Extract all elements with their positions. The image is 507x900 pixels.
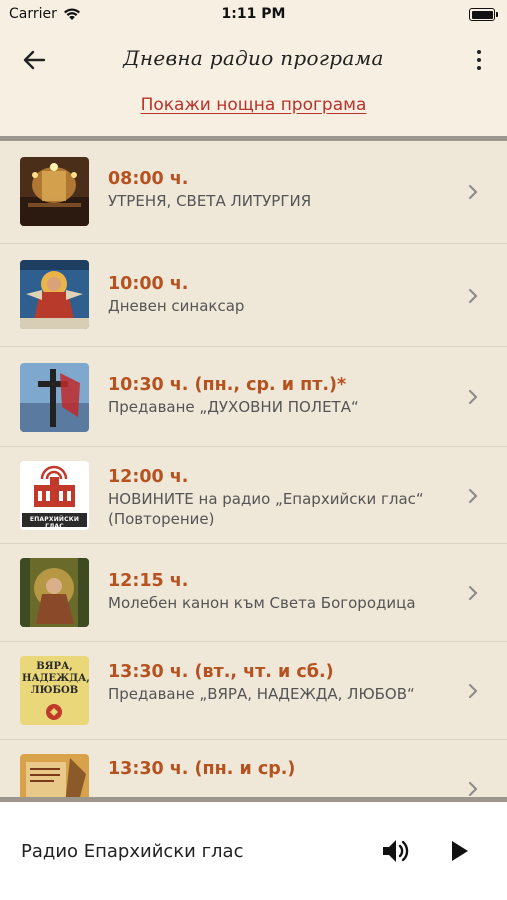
page-title: Дневна радио програма xyxy=(123,46,384,70)
volume-button[interactable] xyxy=(380,836,410,866)
row-desc: Дневен синаксар xyxy=(108,297,245,315)
row-desc: НОВИНИТЕ на радио „Епархийски глас“ (Пов… xyxy=(108,490,424,528)
play-button[interactable] xyxy=(448,838,472,864)
church-interior-image xyxy=(20,157,89,226)
chevron-right-icon xyxy=(469,684,478,698)
row-time: 10:30 ч. (пн., ср. и пт.)* xyxy=(108,375,347,395)
chevron-right-icon xyxy=(469,289,478,303)
row-text: 13:30 ч. (пн. и ср.) xyxy=(108,757,459,781)
chevron-right-icon xyxy=(469,390,478,404)
row-desc: Предаване „ВЯРА, НАДЕЖДА, ЛЮБОВ“ xyxy=(108,685,415,703)
more-options-button[interactable] xyxy=(467,46,491,74)
row-desc: Предаване „ДУХОВНИ ПОЛЕТА“ xyxy=(108,398,359,416)
row-text: 13:30 ч. (вт., чт. и сб.) Предаване „ВЯР… xyxy=(108,660,459,704)
faith-hope-love-text: ВЯРА, НАДЕЖДА, ЛЮБОВ xyxy=(22,661,89,696)
player-station-name: Радио Епархийски глас xyxy=(21,841,244,862)
battery-fill xyxy=(471,10,493,19)
mini-player: Радио Епархийски глас xyxy=(0,802,507,900)
night-program-link-wrap: Покажи нощна програма xyxy=(0,95,507,115)
row-time: 10:00 ч. xyxy=(108,274,189,294)
schedule-row[interactable]: ВЯРА, НАДЕЖДА, ЛЮБОВ 13:30 ч. (вт., чт. … xyxy=(0,642,507,740)
row-text: 12:00 ч. НОВИНИТЕ на радио „Епархийски г… xyxy=(108,465,459,529)
more-vertical-icon-dot xyxy=(477,66,481,70)
schedule-row[interactable]: 08:00 ч. УТРЕНЯ, СВЕТА ЛИТУРГИЯ xyxy=(0,141,507,244)
battery-nub xyxy=(496,12,498,17)
row-desc: УТРЕНЯ, СВЕТА ЛИТУРГИЯ xyxy=(108,192,312,210)
status-bar: Carrier 1:11 PM xyxy=(0,0,507,30)
radio-logo-image: ЕПАРХИЙСКИ ГЛАС xyxy=(20,461,89,530)
volume-icon xyxy=(383,840,409,862)
row-time: 12:00 ч. xyxy=(108,467,189,487)
chevron-right-icon xyxy=(469,489,478,503)
row-time: 13:30 ч. (пн. и ср.) xyxy=(108,759,296,779)
manuscript-image xyxy=(20,754,89,797)
row-text: 08:00 ч. УТРЕНЯ, СВЕТА ЛИТУРГИЯ xyxy=(108,167,459,211)
schedule-row[interactable]: 12:15 ч. Молебен канон към Света Богород… xyxy=(0,544,507,642)
icon-painting-image xyxy=(20,260,89,329)
row-text: 12:15 ч. Молебен канон към Света Богород… xyxy=(108,569,459,613)
status-time: 1:11 PM xyxy=(221,6,286,22)
cross-sky-image xyxy=(20,363,89,432)
row-text: 10:00 ч. Дневен синаксар xyxy=(108,272,459,316)
chevron-right-icon xyxy=(469,185,478,199)
schedule-row[interactable]: 10:00 ч. Дневен синаксар xyxy=(0,244,507,347)
row-text: 10:30 ч. (пн., ср. и пт.)* Предаване „ДУ… xyxy=(108,373,459,417)
chevron-right-icon xyxy=(469,586,478,600)
schedule-list[interactable]: 08:00 ч. УТРЕНЯ, СВЕТА ЛИТУРГИЯ 10:00 ч.… xyxy=(0,141,507,797)
schedule-row[interactable]: ЕПАРХИЙСКИ ГЛАС 12:00 ч. НОВИНИТЕ на рад… xyxy=(0,447,507,544)
night-program-link[interactable]: Покажи нощна програма xyxy=(141,95,367,115)
row-time: 08:00 ч. xyxy=(108,169,189,189)
row-time: 13:30 ч. (вт., чт. и сб.) xyxy=(108,662,334,682)
more-vertical-icon-dot xyxy=(477,58,481,62)
play-icon xyxy=(452,841,468,861)
more-vertical-icon xyxy=(477,50,481,54)
battery-icon xyxy=(469,8,498,21)
radio-logo-text: ЕПАРХИЙСКИ ГЛАС xyxy=(29,516,80,530)
theotokos-icon-image xyxy=(20,558,89,627)
row-desc: Молебен канон към Света Богородица xyxy=(108,594,416,612)
faith-hope-love-image: ВЯРА, НАДЕЖДА, ЛЮБОВ xyxy=(20,656,89,725)
nav-bar: Дневна радио програма Покажи нощна прогр… xyxy=(0,30,507,136)
chevron-right-icon xyxy=(469,782,478,796)
schedule-row[interactable]: 10:30 ч. (пн., ср. и пт.)* Предаване „ДУ… xyxy=(0,347,507,447)
schedule-row[interactable]: 13:30 ч. (пн. и ср.) xyxy=(0,740,507,797)
row-time: 12:15 ч. xyxy=(108,571,189,591)
